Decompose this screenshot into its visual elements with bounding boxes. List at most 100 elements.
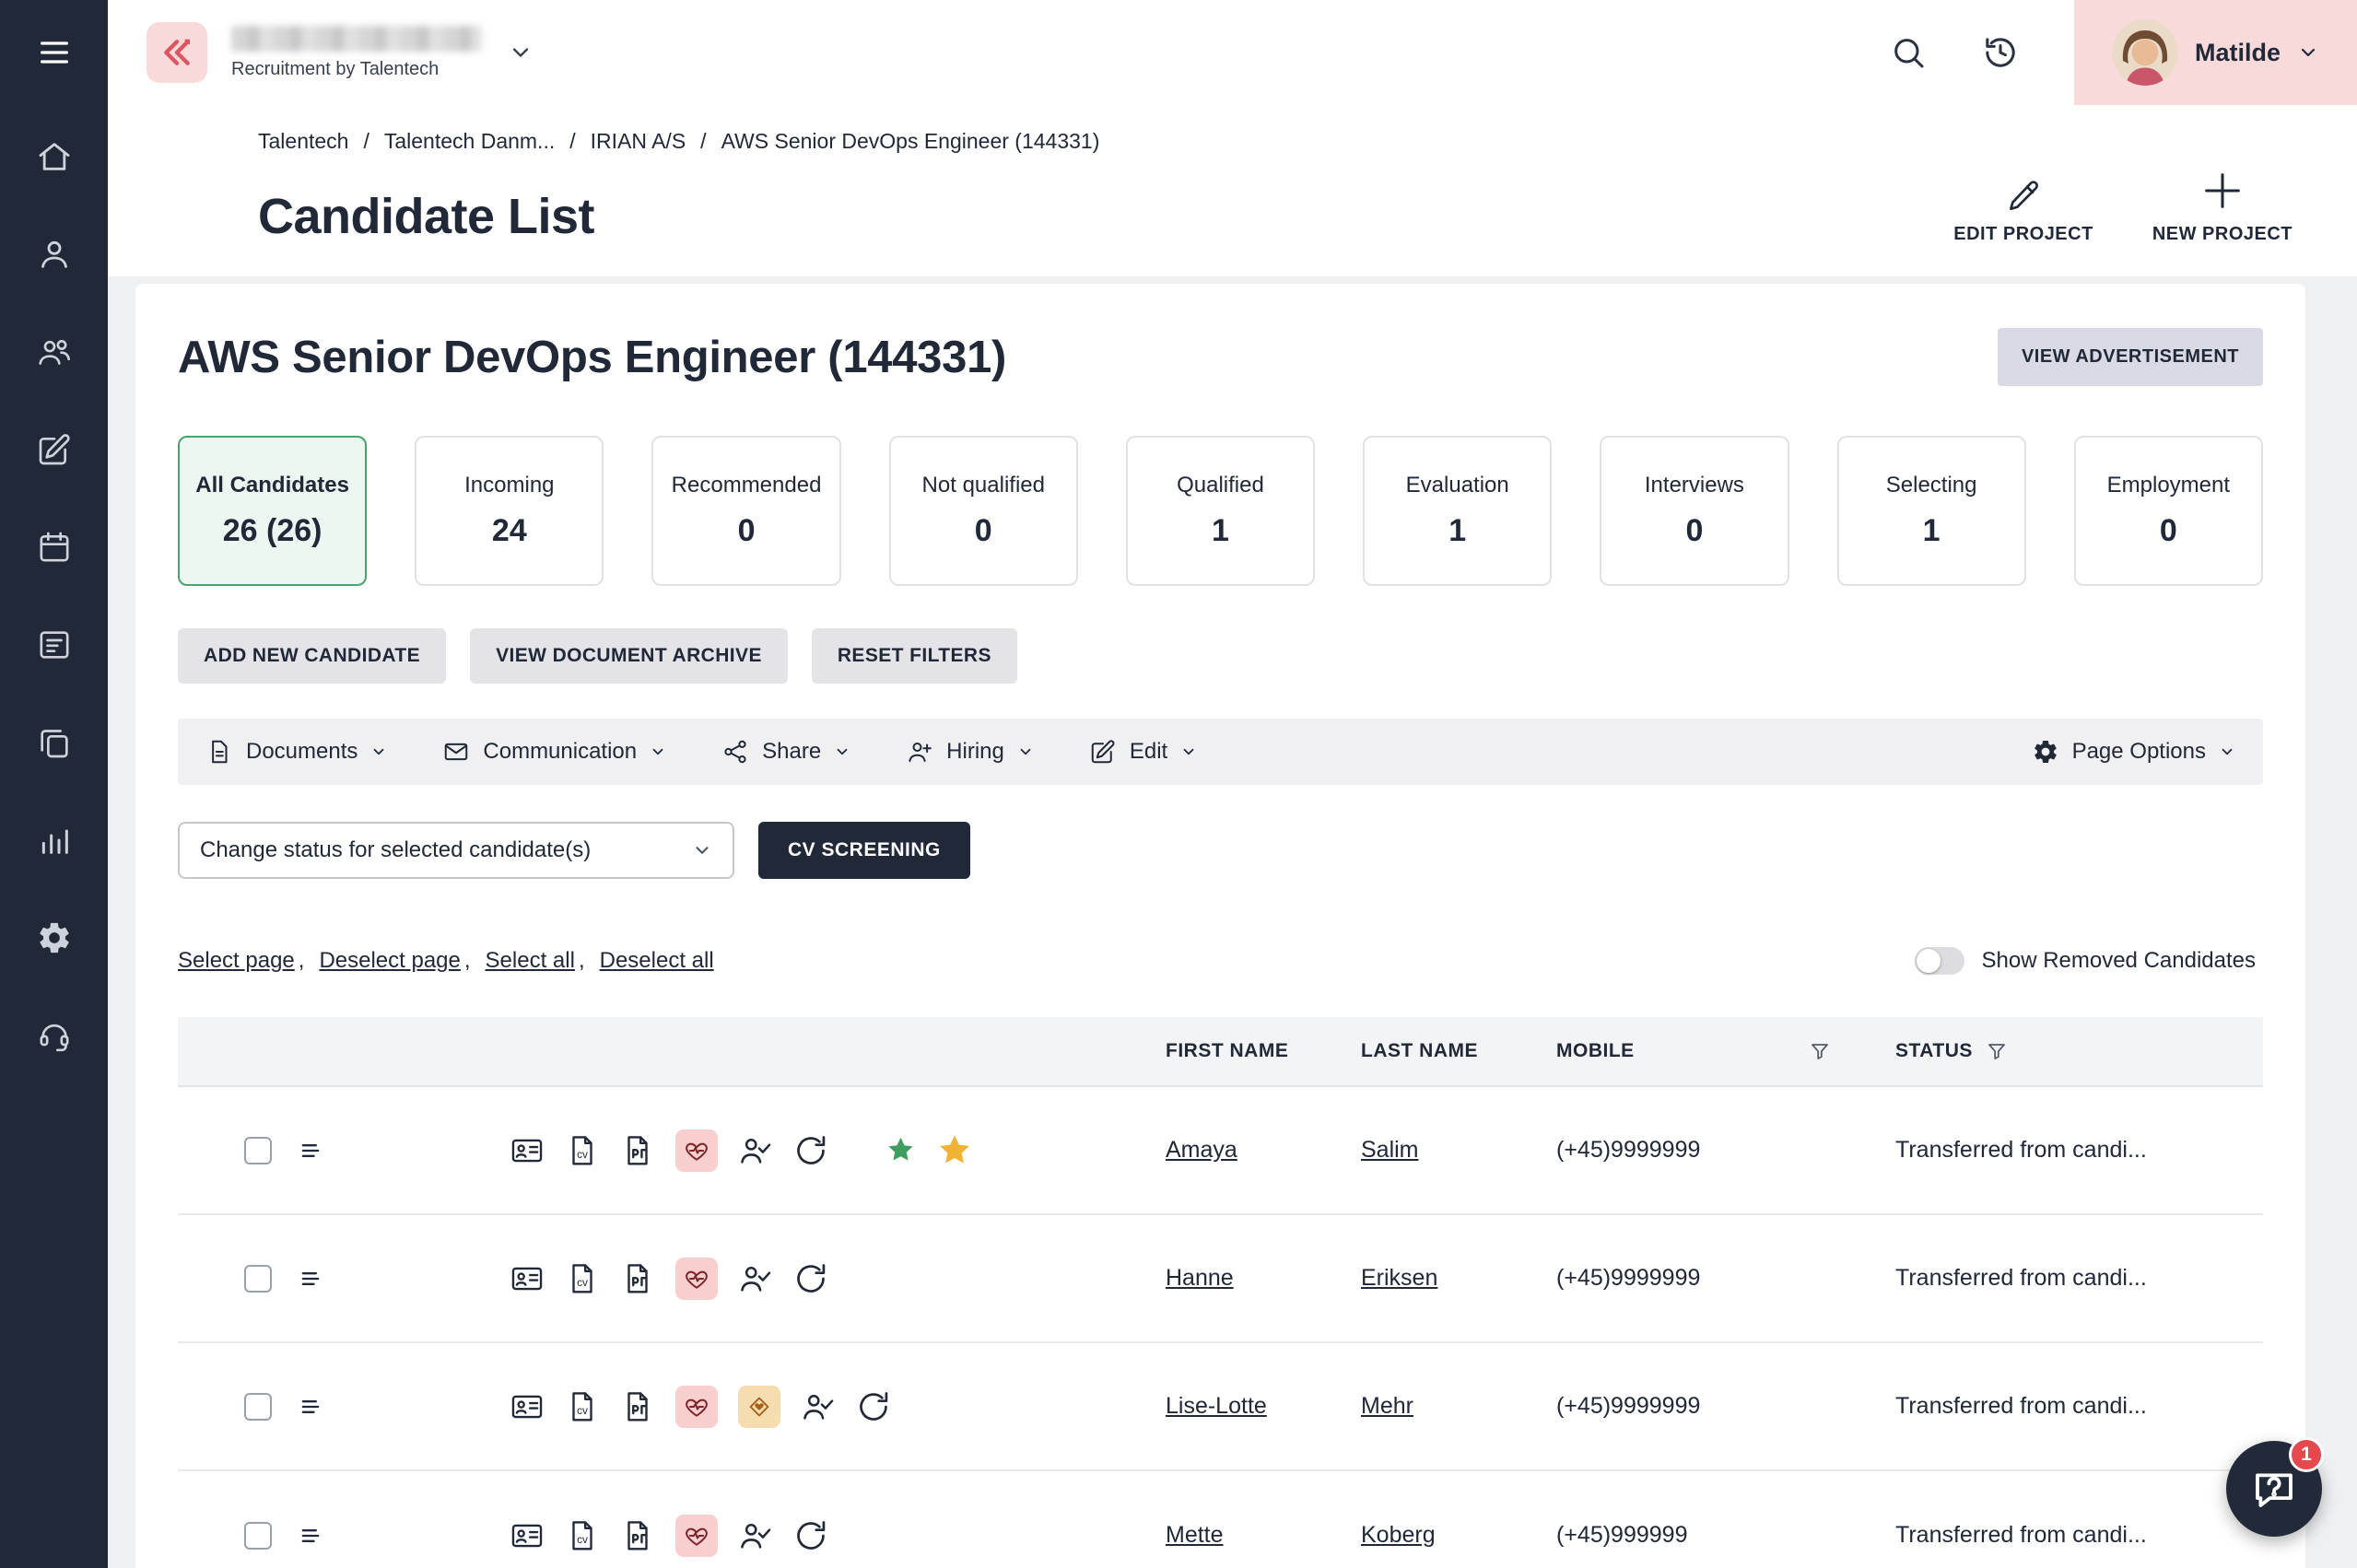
analytics-icon bbox=[36, 822, 73, 859]
cv-icon[interactable]: cv bbox=[565, 1261, 600, 1296]
row-menu-icon[interactable] bbox=[298, 1523, 329, 1549]
row-checkbox[interactable] bbox=[244, 1393, 272, 1421]
status-card-incoming[interactable]: Incoming 24 bbox=[415, 436, 604, 586]
sidebar-item-settings[interactable] bbox=[0, 905, 108, 971]
sidebar-item-support[interactable] bbox=[0, 1002, 108, 1069]
row-checkbox[interactable] bbox=[244, 1265, 272, 1293]
reset-filters-button[interactable]: RESET FILTERS bbox=[812, 628, 1017, 684]
show-removed-toggle[interactable] bbox=[1915, 947, 1964, 975]
candidate-last-name[interactable]: Koberg bbox=[1361, 1522, 1436, 1549]
candidate-last-name[interactable]: Salim bbox=[1361, 1137, 1419, 1164]
deselect-page-link[interactable]: Deselect page bbox=[319, 948, 460, 974]
workspace-switcher[interactable]: Recruitment by Talentech bbox=[147, 22, 534, 83]
row-menu-icon[interactable] bbox=[298, 1266, 329, 1292]
add-new-candidate-button[interactable]: ADD NEW CANDIDATE bbox=[178, 628, 446, 684]
communication-menu[interactable]: Communication bbox=[442, 738, 666, 766]
status-card-all-candidates[interactable]: All Candidates 26 (26) bbox=[178, 436, 367, 586]
row-menu-icon[interactable] bbox=[298, 1138, 329, 1164]
status-card-not-qualified[interactable]: Not qualified 0 bbox=[889, 436, 1078, 586]
sidebar-item-candidates[interactable] bbox=[0, 221, 108, 287]
chevron-down-icon bbox=[2297, 41, 2319, 64]
row-menu-icon[interactable] bbox=[298, 1394, 329, 1420]
view-advertisement-button[interactable]: VIEW ADVERTISEMENT bbox=[1998, 328, 2263, 386]
cv-icon[interactable]: cv bbox=[565, 1389, 600, 1424]
contact-card-icon[interactable] bbox=[510, 1261, 545, 1296]
view-document-archive-button[interactable]: VIEW DOCUMENT ARCHIVE bbox=[470, 628, 788, 684]
sidebar-item-calendar[interactable] bbox=[0, 514, 108, 580]
refresh-icon[interactable] bbox=[793, 1133, 828, 1168]
heartbeat-icon[interactable] bbox=[675, 1129, 718, 1172]
star-green-icon[interactable] bbox=[885, 1135, 916, 1165]
status-card-value: 1 bbox=[1212, 513, 1229, 549]
page-options-menu[interactable]: Page Options bbox=[2032, 738, 2235, 766]
person-check-icon[interactable] bbox=[738, 1133, 773, 1168]
candidate-first-name[interactable]: Amaya bbox=[1166, 1137, 1237, 1164]
pdf-icon[interactable] bbox=[620, 1389, 655, 1424]
status-card-value: 26 (26) bbox=[223, 513, 322, 549]
status-card-value: 0 bbox=[738, 513, 756, 549]
candidate-first-name[interactable]: Hanne bbox=[1166, 1265, 1234, 1292]
row-checkbox[interactable] bbox=[244, 1522, 272, 1550]
main-area: Recruitment by Talentech Matilde bbox=[108, 0, 2357, 1568]
refresh-icon[interactable] bbox=[793, 1518, 828, 1553]
sidebar-item-reports[interactable] bbox=[0, 612, 108, 678]
contact-card-icon[interactable] bbox=[510, 1389, 545, 1424]
select-all-link[interactable]: Select all bbox=[486, 948, 575, 974]
sidebar-item-compose[interactable] bbox=[0, 416, 108, 483]
star-gold-icon[interactable] bbox=[936, 1132, 973, 1169]
heartbeat-icon[interactable] bbox=[675, 1515, 718, 1557]
new-project-button[interactable]: NEW PROJECT bbox=[2152, 167, 2293, 245]
chevron-down-icon[interactable] bbox=[508, 40, 534, 65]
hiring-menu[interactable]: Hiring bbox=[906, 738, 1034, 766]
change-status-select[interactable]: Change status for selected candidate(s) bbox=[178, 822, 734, 879]
edit-project-button[interactable]: EDIT PROJECT bbox=[1953, 178, 2093, 245]
status-card-selecting[interactable]: Selecting 1 bbox=[1837, 436, 2026, 586]
cv-icon[interactable]: cv bbox=[565, 1518, 600, 1553]
person-check-icon[interactable] bbox=[738, 1261, 773, 1296]
person-check-icon[interactable] bbox=[738, 1518, 773, 1553]
menu-toggle-button[interactable] bbox=[0, 0, 108, 105]
user-menu[interactable]: Matilde bbox=[2074, 0, 2357, 105]
candidate-first-name[interactable]: Lise-Lotte bbox=[1166, 1393, 1267, 1420]
status-card-recommended[interactable]: Recommended 0 bbox=[651, 436, 840, 586]
breadcrumb-item[interactable]: IRIAN A/S bbox=[591, 129, 721, 154]
status-card-evaluation[interactable]: Evaluation 1 bbox=[1363, 436, 1552, 586]
breadcrumb-item[interactable]: Talentech bbox=[258, 129, 384, 154]
cv-screening-button[interactable]: CV SCREENING bbox=[758, 822, 970, 879]
pdf-icon[interactable] bbox=[620, 1518, 655, 1553]
support-chat-button[interactable]: 1 bbox=[2226, 1441, 2322, 1537]
status-card-qualified[interactable]: Qualified 1 bbox=[1126, 436, 1315, 586]
documents-menu[interactable]: Documents bbox=[205, 738, 387, 766]
history-button[interactable] bbox=[1967, 19, 2034, 86]
person-check-icon[interactable] bbox=[801, 1389, 836, 1424]
heartbeat-icon[interactable] bbox=[675, 1258, 718, 1300]
refresh-icon[interactable] bbox=[793, 1261, 828, 1296]
cv-icon[interactable]: cv bbox=[565, 1133, 600, 1168]
refresh-icon[interactable] bbox=[856, 1389, 891, 1424]
row-checkbox[interactable] bbox=[244, 1137, 272, 1164]
share-menu[interactable]: Share bbox=[721, 738, 850, 766]
sidebar-item-documents[interactable] bbox=[0, 709, 108, 776]
deselect-all-link[interactable]: Deselect all bbox=[600, 948, 714, 974]
pdf-icon[interactable] bbox=[620, 1261, 655, 1296]
sidebar-item-teams[interactable] bbox=[0, 319, 108, 385]
contact-card-icon[interactable] bbox=[510, 1133, 545, 1168]
candidate-first-name[interactable]: Mette bbox=[1166, 1522, 1224, 1549]
pdf-icon[interactable] bbox=[620, 1133, 655, 1168]
sidebar-item-home[interactable] bbox=[0, 123, 108, 190]
diamond-heart-icon[interactable] bbox=[738, 1386, 780, 1428]
candidate-last-name[interactable]: Eriksen bbox=[1361, 1265, 1437, 1292]
heartbeat-icon[interactable] bbox=[675, 1386, 718, 1428]
select-page-link[interactable]: Select page bbox=[178, 948, 295, 974]
status-card-value: 1 bbox=[1923, 513, 1941, 549]
candidate-last-name[interactable]: Mehr bbox=[1361, 1393, 1413, 1420]
sidebar-item-analytics[interactable] bbox=[0, 807, 108, 873]
status-card-employment[interactable]: Employment 0 bbox=[2074, 436, 2263, 586]
contact-card-icon[interactable] bbox=[510, 1518, 545, 1553]
breadcrumb-item[interactable]: Talentech Danm... bbox=[384, 129, 591, 154]
status-filter-icon[interactable] bbox=[1986, 1040, 2008, 1062]
status-card-interviews[interactable]: Interviews 0 bbox=[1600, 436, 1788, 586]
edit-menu[interactable]: Edit bbox=[1089, 738, 1197, 766]
search-button[interactable] bbox=[1875, 19, 1941, 86]
mobile-filter-icon[interactable] bbox=[1809, 1040, 1831, 1062]
